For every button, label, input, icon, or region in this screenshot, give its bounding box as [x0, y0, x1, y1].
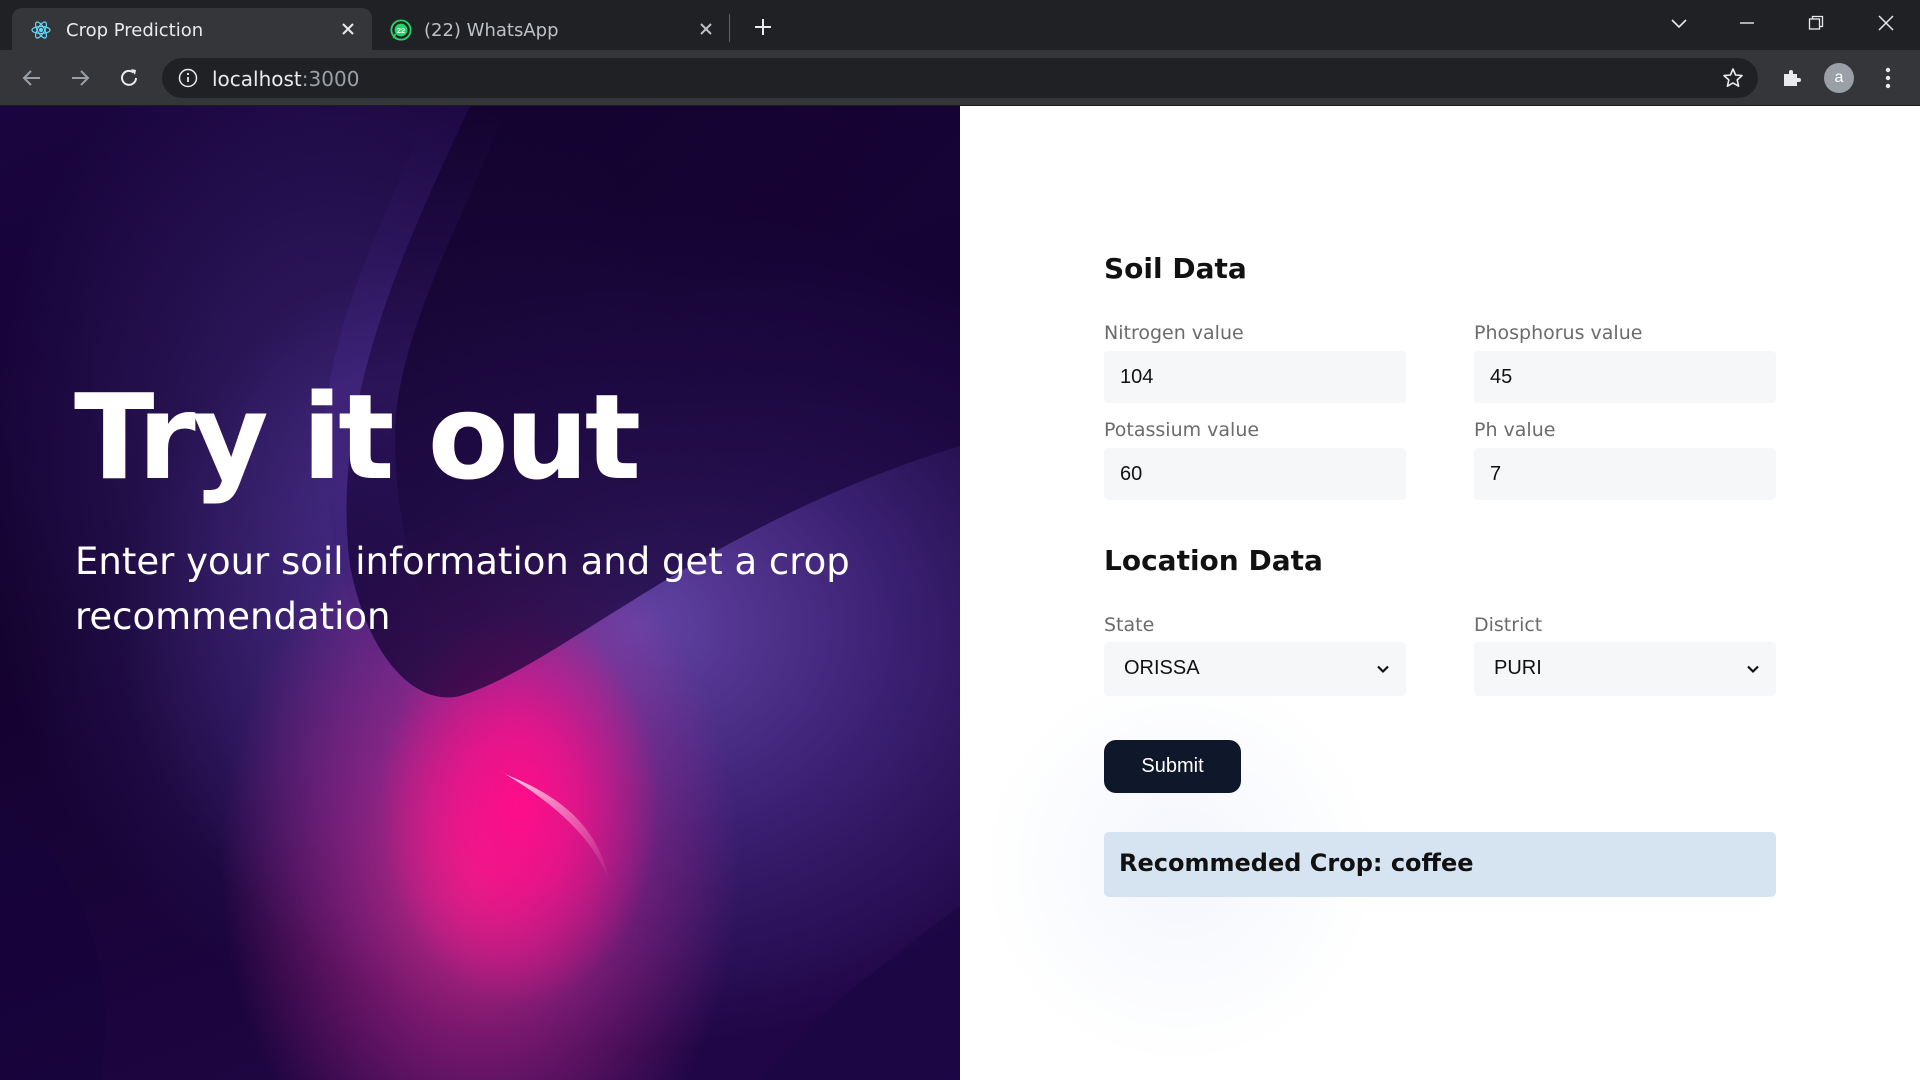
prediction-form: Soil Data Nitrogen value 104 Phosphorus … [1104, 106, 1776, 1080]
tab-search-button[interactable] [1659, 8, 1699, 38]
tab-title: Crop Prediction [66, 20, 204, 41]
close-icon[interactable] [696, 19, 716, 39]
reload-button[interactable] [113, 62, 145, 94]
state-label: State [1104, 614, 1155, 636]
extensions-button[interactable] [1776, 62, 1808, 94]
close-icon [1878, 15, 1894, 31]
whatsapp-icon: 22 [390, 19, 412, 41]
close-window-button[interactable] [1866, 8, 1906, 38]
district-select[interactable]: PURI [1474, 642, 1776, 696]
district-label: District [1474, 614, 1543, 636]
hero-title: Try it out [74, 368, 641, 506]
recommendation-text: Recommeded Crop: coffee [1119, 849, 1474, 877]
district-selected-value: PURI [1494, 657, 1542, 679]
tab-crop-prediction[interactable]: Crop Prediction [12, 8, 372, 50]
whatsapp-badge: 22 [397, 26, 405, 35]
browser-menu-button[interactable] [1872, 62, 1904, 94]
close-icon[interactable] [338, 19, 358, 39]
address-bar[interactable]: localhost:3000 [162, 58, 1758, 98]
page-content: Try it out Enter your soil information a… [0, 106, 1920, 1080]
submit-button[interactable]: Submit [1104, 740, 1241, 793]
tab-title: (22) WhatsApp [424, 20, 559, 41]
phosphorus-input[interactable]: 45 [1474, 351, 1776, 403]
browser-tab-strip: Crop Prediction 22 (22) WhatsApp [0, 0, 1920, 50]
minimize-button[interactable] [1727, 8, 1767, 38]
url-text: localhost:3000 [212, 67, 359, 91]
tab-separator [729, 14, 730, 42]
tab-whatsapp[interactable]: 22 (22) WhatsApp [372, 8, 730, 50]
plus-icon [755, 19, 771, 35]
profile-avatar[interactable]: a [1824, 63, 1854, 93]
potassium-label: Potassium value [1104, 419, 1260, 441]
soil-data-heading: Soil Data [1104, 252, 1247, 285]
url-host: localhost [212, 67, 302, 91]
back-button[interactable] [16, 62, 48, 94]
forward-button[interactable] [64, 62, 96, 94]
location-data-heading: Location Data [1104, 544, 1323, 577]
browser-toolbar: localhost:3000 a [0, 50, 1920, 106]
puzzle-icon [1784, 70, 1801, 86]
restore-icon [1808, 15, 1824, 30]
hero-subtitle: Enter your soil information and get a cr… [75, 540, 850, 638]
restore-button[interactable] [1796, 8, 1836, 38]
info-icon[interactable] [178, 68, 198, 88]
arrow-left-icon [22, 70, 40, 86]
hero-panel: Try it out Enter your soil information a… [0, 106, 960, 1080]
chevron-down-icon [1744, 660, 1762, 678]
phosphorus-label: Phosphorus value [1474, 322, 1643, 344]
potassium-input[interactable]: 60 [1104, 448, 1406, 500]
state-selected-value: ORISSA [1124, 657, 1200, 679]
bookmark-star-icon[interactable] [1722, 67, 1744, 89]
chevron-down-icon [1374, 660, 1392, 678]
nitrogen-label: Nitrogen value [1104, 322, 1244, 344]
recommendation-result: Recommeded Crop: coffee [1104, 832, 1776, 897]
nitrogen-input[interactable]: 104 [1104, 351, 1406, 403]
chevron-down-icon [1671, 19, 1687, 29]
ph-input[interactable]: 7 [1474, 448, 1776, 500]
more-vert-icon [1885, 67, 1891, 89]
url-port: :3000 [301, 67, 360, 91]
ph-label: Ph value [1474, 419, 1556, 441]
arrow-right-icon [72, 70, 90, 86]
state-select[interactable]: ORISSA [1104, 642, 1406, 696]
reload-icon [121, 69, 137, 86]
react-icon [30, 19, 52, 41]
minimize-icon [1740, 22, 1754, 24]
new-tab-button[interactable] [748, 12, 778, 42]
